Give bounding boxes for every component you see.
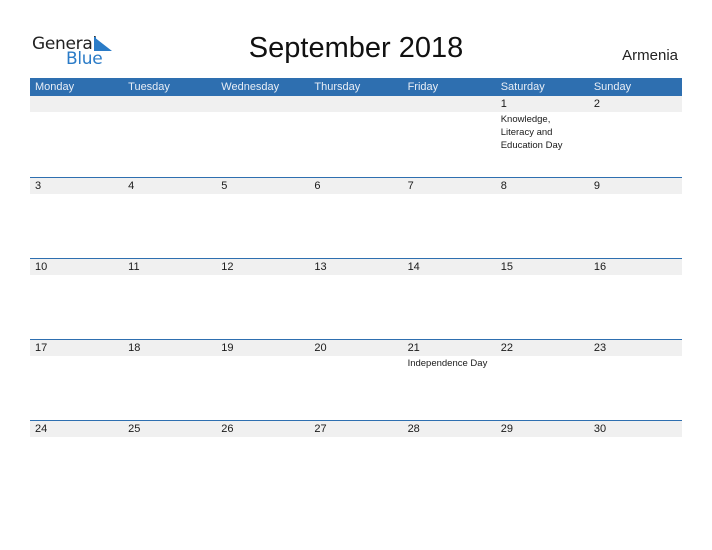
day-cell: 18	[123, 340, 216, 420]
day-cell: 13	[309, 259, 402, 339]
weekday-friday: Friday	[407, 81, 439, 93]
weekday-wednesday: Wednesday	[221, 81, 280, 93]
day-cell: 3	[30, 178, 123, 258]
day-number: 8	[500, 180, 507, 192]
empty-day-cell	[309, 96, 402, 177]
day-number: 1	[500, 98, 507, 110]
week-cells: 17 18 19 20 21 Independence Day 22 23	[30, 340, 682, 420]
weeks-container: 1 Knowledge, Literacy and Education Day 2 3…	[30, 96, 682, 501]
day-number: 27	[314, 423, 327, 435]
day-cell: 11	[123, 259, 216, 339]
empty-day-cell	[123, 96, 216, 177]
day-number: 2	[593, 98, 600, 110]
day-number: 24	[35, 423, 48, 435]
day-cell: 26	[216, 421, 309, 501]
weekday-header-row: Monday Tuesday Wednesday Thursday Friday…	[30, 78, 682, 96]
day-number: 16	[593, 261, 607, 273]
day-number: 23	[593, 342, 607, 354]
day-cell: 17	[30, 340, 123, 420]
week-row: 10 11 12 13 14 15 16	[30, 258, 682, 339]
day-number: 29	[500, 423, 513, 435]
day-number: 4	[128, 180, 135, 192]
day-number: 26	[221, 423, 234, 435]
day-cell: 27	[309, 421, 402, 501]
day-cell: 14	[403, 259, 496, 339]
day-number: 11	[128, 261, 140, 273]
day-number: 28	[407, 423, 420, 435]
day-cell: 21 Independence Day	[403, 340, 496, 420]
week-row: 17 18 19 20 21 Independence Day 22 23	[30, 339, 682, 420]
day-cell: 2	[589, 96, 682, 177]
week-row: 3 4 5 6 7 8 9	[30, 177, 682, 258]
weekday-monday: Monday	[35, 81, 75, 93]
day-number: 12	[221, 261, 234, 273]
day-cell: 22	[496, 340, 589, 420]
day-cell: 20	[309, 340, 402, 420]
day-number: 18	[128, 342, 141, 354]
day-number: 13	[314, 261, 327, 273]
day-cell: 19	[216, 340, 309, 420]
day-number: 3	[35, 180, 42, 192]
empty-day-cell	[30, 96, 123, 177]
day-cell: 10	[30, 259, 123, 339]
day-number: 15	[500, 261, 513, 273]
day-cell: 12	[216, 259, 309, 339]
day-cell: 6	[309, 178, 402, 258]
day-number: 7	[407, 180, 414, 192]
day-cell: 15	[496, 259, 589, 339]
day-cell: 7	[403, 178, 496, 258]
day-cell: 30	[589, 421, 682, 501]
day-number: 21	[407, 342, 420, 354]
week-cells: 1 Knowledge, Literacy and Education Day 2	[30, 96, 682, 177]
weekday-thursday: Thursday	[314, 81, 361, 93]
day-cell: 25	[123, 421, 216, 501]
country-label: Armenia	[622, 47, 678, 64]
day-cell: 1 Knowledge, Literacy and Education Day	[496, 96, 589, 177]
day-number: 19	[221, 342, 234, 354]
week-cells: 10 11 12 13 14 15 16	[30, 259, 682, 339]
day-number: 25	[128, 423, 141, 435]
day-number: 20	[314, 342, 327, 354]
day-number: 17	[35, 342, 48, 354]
calendar-grid: Monday Tuesday Wednesday Thursday Friday…	[30, 78, 682, 501]
day-number: 22	[500, 342, 513, 354]
day-number: 9	[593, 180, 600, 192]
holiday-label: Knowledge, Literacy and Education Day	[500, 114, 563, 151]
day-cell: 23	[589, 340, 682, 420]
weekday-tuesday: Tuesday	[128, 81, 170, 93]
day-cell: 5	[216, 178, 309, 258]
week-cells: 3 4 5 6 7 8 9	[30, 178, 682, 258]
week-row: 24 25 26 27 28 29 30	[30, 420, 682, 501]
empty-day-cell	[216, 96, 309, 177]
day-number: 14	[407, 261, 420, 273]
day-number: 5	[221, 180, 228, 192]
day-cell: 29	[496, 421, 589, 501]
day-cell: 16	[589, 259, 682, 339]
day-cell: 8	[496, 178, 589, 258]
week-row: 1 Knowledge, Literacy and Education Day 2	[30, 96, 682, 177]
weekday-saturday: Saturday	[500, 81, 545, 93]
week-cells: 24 25 26 27 28 29 30	[30, 421, 682, 501]
day-cell: 9	[589, 178, 682, 258]
day-cell: 4	[123, 178, 216, 258]
day-number: 10	[35, 261, 48, 273]
day-cell: 24	[30, 421, 123, 501]
holiday-label: Independence Day	[407, 358, 488, 369]
day-number: 30	[593, 423, 607, 435]
calendar-title: September 2018	[248, 32, 464, 64]
weekday-sunday: Sunday	[593, 81, 632, 93]
day-cell: 28	[403, 421, 496, 501]
day-number: 6	[314, 180, 321, 192]
empty-day-cell	[403, 96, 496, 177]
